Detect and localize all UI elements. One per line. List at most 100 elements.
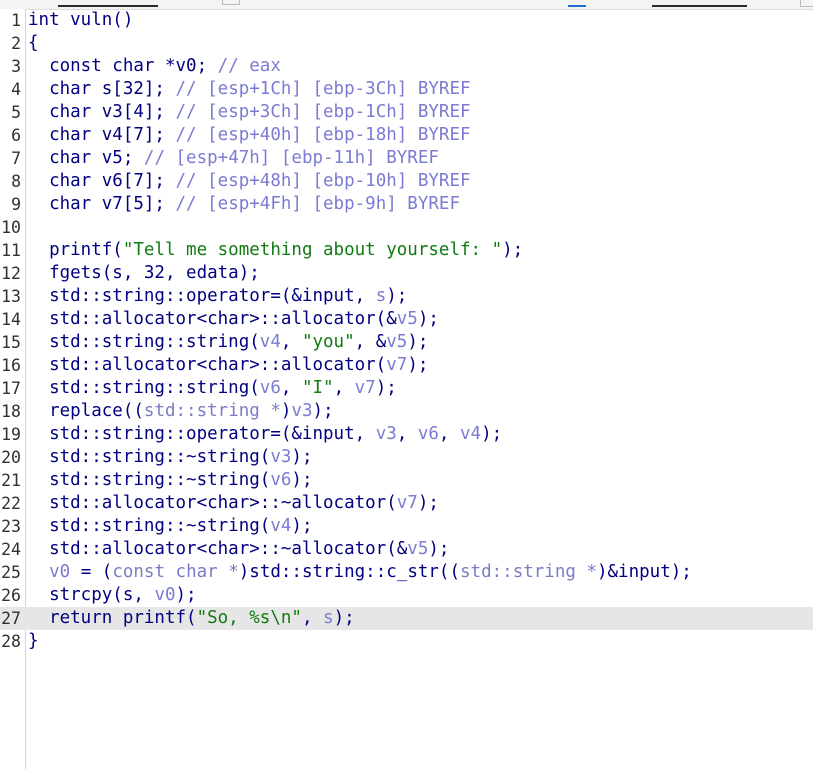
- code-token: strcpy(s,: [28, 585, 155, 605]
- code-token: v7: [396, 493, 418, 513]
- code-line[interactable]: 1 int vuln(): [0, 9, 813, 32]
- code-line[interactable]: 24 std::allocator<char>::~allocator(&v5)…: [0, 538, 813, 561]
- line-number: 12: [1, 264, 21, 283]
- line-number: 8: [11, 172, 21, 191]
- pseudocode-editor[interactable]: 1 int vuln() 2{3 const char *v0; // eax 4 c…: [0, 9, 813, 769]
- line-number: 23: [1, 517, 21, 536]
- code-line[interactable]: 17 std::string::string(v6, "I", v7);: [0, 377, 813, 400]
- code-token: );: [502, 240, 524, 260]
- code-token: ,: [333, 378, 355, 398]
- code-line[interactable]: 23 std::string::~string(v4);: [0, 515, 813, 538]
- code-line[interactable]: 12 fgets(s, 32, edata);: [0, 262, 813, 285]
- code-token: );: [312, 401, 334, 421]
- code-token: char v5;: [28, 148, 144, 168]
- code-token: return printf(: [28, 608, 197, 628]
- tab-pseudocode-a[interactable]: [58, 0, 158, 7]
- code-token: // [esp+3Ch] [ebp-1Ch] BYREF: [175, 102, 471, 122]
- line-number: 15: [1, 333, 21, 352]
- code-line[interactable]: 4 char s[32]; // [esp+1Ch] [ebp-3Ch] BYR…: [0, 78, 813, 101]
- code-token: std::string::operator=(&input,: [28, 286, 376, 306]
- code-token: )std::string::c_str((: [238, 562, 461, 582]
- code-line[interactable]: 2{: [0, 32, 813, 55]
- line-number: 1: [11, 11, 21, 30]
- code-token: replace((: [28, 401, 144, 421]
- code-line[interactable]: 3 const char *v0; // eax: [0, 55, 813, 78]
- code-line[interactable]: 15 std::string::string(v4, "you", &v5);: [0, 331, 813, 354]
- tab-hex-view[interactable]: [568, 0, 586, 7]
- code-token: std::string *: [143, 401, 281, 421]
- tab-close-icon[interactable]: [800, 0, 813, 7]
- code-token: fgets(s, 32, edata);: [28, 263, 260, 283]
- line-number: 4: [11, 80, 21, 99]
- code-text: fgets(s, 32, edata);: [28, 262, 260, 285]
- line-number: 11: [1, 241, 21, 260]
- line-number: 10: [1, 218, 21, 237]
- tab-pseudocode-b[interactable]: [652, 0, 747, 7]
- code-token: "So, %s\n": [196, 608, 302, 628]
- code-token: char s[32];: [28, 79, 176, 99]
- code-token: // eax: [217, 56, 281, 76]
- code-token: v7: [354, 378, 376, 398]
- code-line[interactable]: 20 std::string::~string(v3);: [0, 446, 813, 469]
- code-line[interactable]: 11 printf("Tell me something about yours…: [0, 239, 813, 262]
- line-number: 18: [1, 402, 21, 421]
- code-line[interactable]: 6 char v4[7]; // [esp+40h] [ebp-18h] BYR…: [0, 124, 813, 147]
- code-token: );: [291, 447, 313, 467]
- code-token: v6: [270, 470, 292, 490]
- code-line[interactable]: 26 strcpy(s, v0);: [0, 584, 813, 607]
- code-token: std::string::operator=(&input,: [28, 424, 376, 444]
- code-token: const char *v0;: [28, 56, 218, 76]
- code-text: char s[32]; // [esp+1Ch] [ebp-3Ch] BYREF: [28, 78, 471, 101]
- code-token: v6: [417, 424, 439, 444]
- code-token: );: [407, 332, 429, 352]
- code-line[interactable]: 21 std::string::~string(v6);: [0, 469, 813, 492]
- code-text: strcpy(s, v0);: [28, 584, 197, 607]
- code-text: }: [28, 630, 39, 653]
- code-token: v5: [396, 309, 418, 329]
- code-token: ): [280, 401, 292, 421]
- code-line[interactable]: 25 v0 = (const char *)std::string::c_str…: [0, 561, 813, 584]
- code-token: std::allocator<char>::allocator(: [28, 355, 387, 375]
- code-text: char v6[7]; // [esp+48h] [ebp-10h] BYREF: [28, 170, 470, 193]
- code-line[interactable]: 13 std::string::operator=(&input, s);: [0, 285, 813, 308]
- code-token: v6: [259, 378, 281, 398]
- code-token: ,: [280, 332, 302, 352]
- code-token: {: [28, 33, 39, 53]
- code-line[interactable]: 28}: [0, 630, 813, 653]
- code-line[interactable]: 5 char v3[4]; // [esp+3Ch] [ebp-1Ch] BYR…: [0, 101, 813, 124]
- tab-close-icon[interactable]: [222, 0, 240, 5]
- code-token: const char *: [112, 562, 239, 582]
- code-token: int vuln(): [28, 10, 134, 30]
- line-number: 9: [11, 195, 21, 214]
- line-number: 13: [1, 287, 21, 306]
- code-line[interactable]: 16 std::allocator<char>::allocator(v7);: [0, 354, 813, 377]
- code-line[interactable]: 19 std::string::operator=(&input, v3, v6…: [0, 423, 813, 446]
- code-token: // [esp+4Fh] [ebp-9h] BYREF: [175, 194, 460, 214]
- code-text: std::string::operator=(&input, s);: [28, 285, 407, 308]
- line-number: 3: [11, 57, 21, 76]
- code-line[interactable]: 22 std::allocator<char>::~allocator(v7);: [0, 492, 813, 515]
- code-token: ,: [396, 424, 418, 444]
- code-token: s: [323, 608, 334, 628]
- code-token: "I": [301, 378, 334, 398]
- code-text: std::string::operator=(&input, v3, v6, v…: [28, 423, 502, 446]
- code-token: std::string::~string(: [28, 470, 271, 490]
- code-token: );: [407, 355, 429, 375]
- code-line[interactable]: 7 char v5; // [esp+47h] [ebp-11h] BYREF: [0, 147, 813, 170]
- code-text: std::allocator<char>::allocator(&v5);: [28, 308, 439, 331]
- line-number: 28: [1, 632, 21, 651]
- code-text: std::string::string(v4, "you", &v5);: [28, 331, 428, 354]
- code-line[interactable]: 8 char v6[7]; // [esp+48h] [ebp-10h] BYR…: [0, 170, 813, 193]
- code-token: );: [333, 608, 355, 628]
- code-line[interactable]: 14 std::allocator<char>::allocator(&v5);: [0, 308, 813, 331]
- code-token: // [esp+1Ch] [ebp-3Ch] BYREF: [175, 79, 471, 99]
- code-line-current[interactable]: 27 return printf("So, %s\n", s);: [0, 607, 813, 630]
- code-token: );: [375, 378, 397, 398]
- code-line[interactable]: 9 char v7[5]; // [esp+4Fh] [ebp-9h] BYRE…: [0, 193, 813, 216]
- code-token: , &: [354, 332, 387, 352]
- code-token: ,: [301, 608, 324, 628]
- code-line[interactable]: 10: [0, 216, 813, 239]
- code-token: "Tell me something about yourself: ": [122, 240, 503, 260]
- code-line[interactable]: 18 replace((std::string *)v3);: [0, 400, 813, 423]
- line-number: 16: [1, 356, 21, 375]
